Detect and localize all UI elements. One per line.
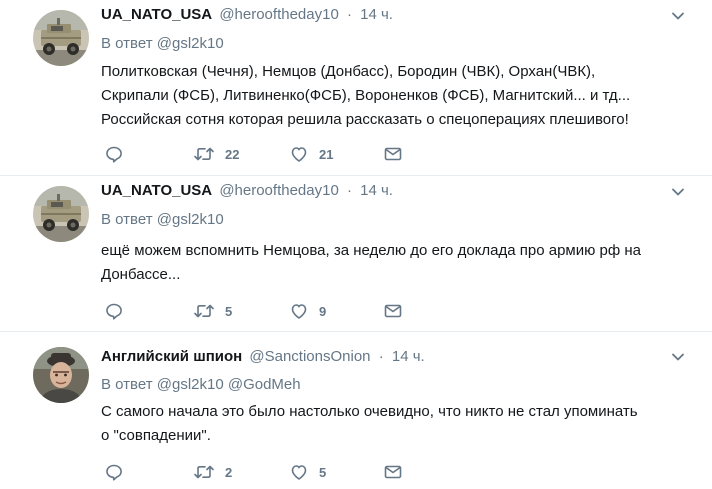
timestamp[interactable]: 14 ч. — [360, 6, 393, 23]
reply-context: В ответ @gsl2k10 — [101, 34, 224, 54]
tweet-text-line: о "совпадении". — [101, 427, 211, 444]
tweet[interactable]: UA_NATO_USA @herooftheday10 · 14 ч. В от… — [0, 176, 712, 332]
retweet-count: 22 — [225, 146, 240, 162]
retweet-button[interactable]: 22 — [193, 144, 239, 164]
tweet[interactable]: Английский шпион @SanctionsOnion · 14 ч.… — [0, 332, 712, 489]
timestamp[interactable]: 14 ч. — [392, 348, 425, 365]
retweet-icon — [194, 465, 214, 479]
separator: · — [346, 182, 352, 199]
retweet-button[interactable]: 2 — [193, 462, 232, 482]
humvee-avatar-icon — [33, 186, 89, 242]
retweet-icon — [194, 147, 214, 161]
separator: · — [378, 348, 384, 365]
direct-message-button[interactable] — [383, 301, 403, 321]
like-icon — [291, 304, 307, 319]
like-icon — [291, 465, 307, 480]
avatar[interactable] — [33, 347, 89, 403]
reply-icon — [106, 464, 122, 481]
avatar[interactable] — [33, 10, 89, 66]
tweet[interactable]: UA_NATO_USA @herooftheday10 · 14 ч. В от… — [0, 0, 712, 176]
direct-message-button[interactable] — [383, 144, 403, 164]
reply-button[interactable] — [104, 462, 124, 482]
retweet-button[interactable]: 5 — [193, 301, 232, 321]
username[interactable]: @herooftheday10 — [219, 6, 338, 23]
reply-prefix: В ответ — [101, 211, 153, 228]
direct-message-icon — [384, 465, 402, 479]
reply-prefix: В ответ — [101, 376, 153, 393]
fullname[interactable]: Английский шпион — [101, 348, 242, 365]
reply-mentions[interactable]: @gsl2k10 — [157, 211, 224, 228]
reply-context: В ответ @gsl2k10 — [101, 210, 224, 230]
like-count: 5 — [319, 464, 327, 480]
like-count: 21 — [319, 146, 334, 162]
username[interactable]: @SanctionsOnion — [249, 348, 370, 365]
tweet-text-line: Скрипали (ФСБ), Литвиненко(ФСБ), Воронен… — [101, 87, 631, 104]
humvee-avatar-icon — [33, 10, 89, 66]
username[interactable]: @herooftheday10 — [219, 182, 338, 199]
timestamp[interactable]: 14 ч. — [360, 182, 393, 199]
separator: · — [346, 6, 352, 23]
tweet-text: ещё можем вспомнить Немцова, за неделю д… — [101, 239, 701, 287]
like-button[interactable]: 5 — [289, 462, 326, 482]
reply-prefix: В ответ — [101, 35, 153, 52]
retweet-count: 2 — [225, 464, 233, 480]
tweet-header: Английский шпион @SanctionsOnion · 14 ч. — [101, 347, 425, 367]
tweet-text: С самого начала это было настолько очеви… — [101, 400, 701, 448]
tweet-header: UA_NATO_USA @herooftheday10 · 14 ч. — [101, 181, 393, 201]
retweet-count: 5 — [225, 303, 233, 319]
avatar[interactable] — [33, 186, 89, 242]
reply-button[interactable] — [104, 301, 124, 321]
tweet-text-line: Российская сотня которая решила рассказа… — [101, 111, 629, 128]
caret-down-icon[interactable] — [670, 8, 686, 24]
tweet-text: Политковская (Чечня), Немцов (Донбасс), … — [101, 60, 701, 132]
like-count: 9 — [319, 303, 327, 319]
tweet-text-line: Политковская (Чечня), Немцов (Донбасс), … — [101, 63, 596, 80]
retweet-icon — [194, 304, 214, 318]
like-button[interactable]: 9 — [289, 301, 326, 321]
caret-down-icon[interactable] — [670, 184, 686, 200]
tweet-text-line: С самого начала это было настолько очеви… — [101, 403, 638, 420]
reply-icon — [106, 146, 122, 163]
reply-mentions[interactable]: @gsl2k10 @GodMeh — [157, 376, 301, 393]
reply-context: В ответ @gsl2k10 @GodMeh — [101, 375, 301, 395]
tweet-text-line: ещё можем вспомнить Немцова, за неделю д… — [101, 242, 641, 259]
reply-button[interactable] — [104, 144, 124, 164]
reply-icon — [106, 303, 122, 320]
man-in-hat-avatar-icon — [33, 347, 89, 403]
reply-mentions[interactable]: @gsl2k10 — [157, 35, 224, 52]
direct-message-icon — [384, 147, 402, 161]
direct-message-button[interactable] — [383, 462, 403, 482]
fullname[interactable]: UA_NATO_USA — [101, 182, 212, 199]
fullname[interactable]: UA_NATO_USA — [101, 6, 212, 23]
direct-message-icon — [384, 304, 402, 318]
caret-down-icon[interactable] — [670, 349, 686, 365]
like-icon — [291, 147, 307, 162]
like-button[interactable]: 21 — [289, 144, 333, 164]
tweet-header: UA_NATO_USA @herooftheday10 · 14 ч. — [101, 5, 393, 25]
tweet-text-line: Донбассе... — [101, 266, 181, 283]
